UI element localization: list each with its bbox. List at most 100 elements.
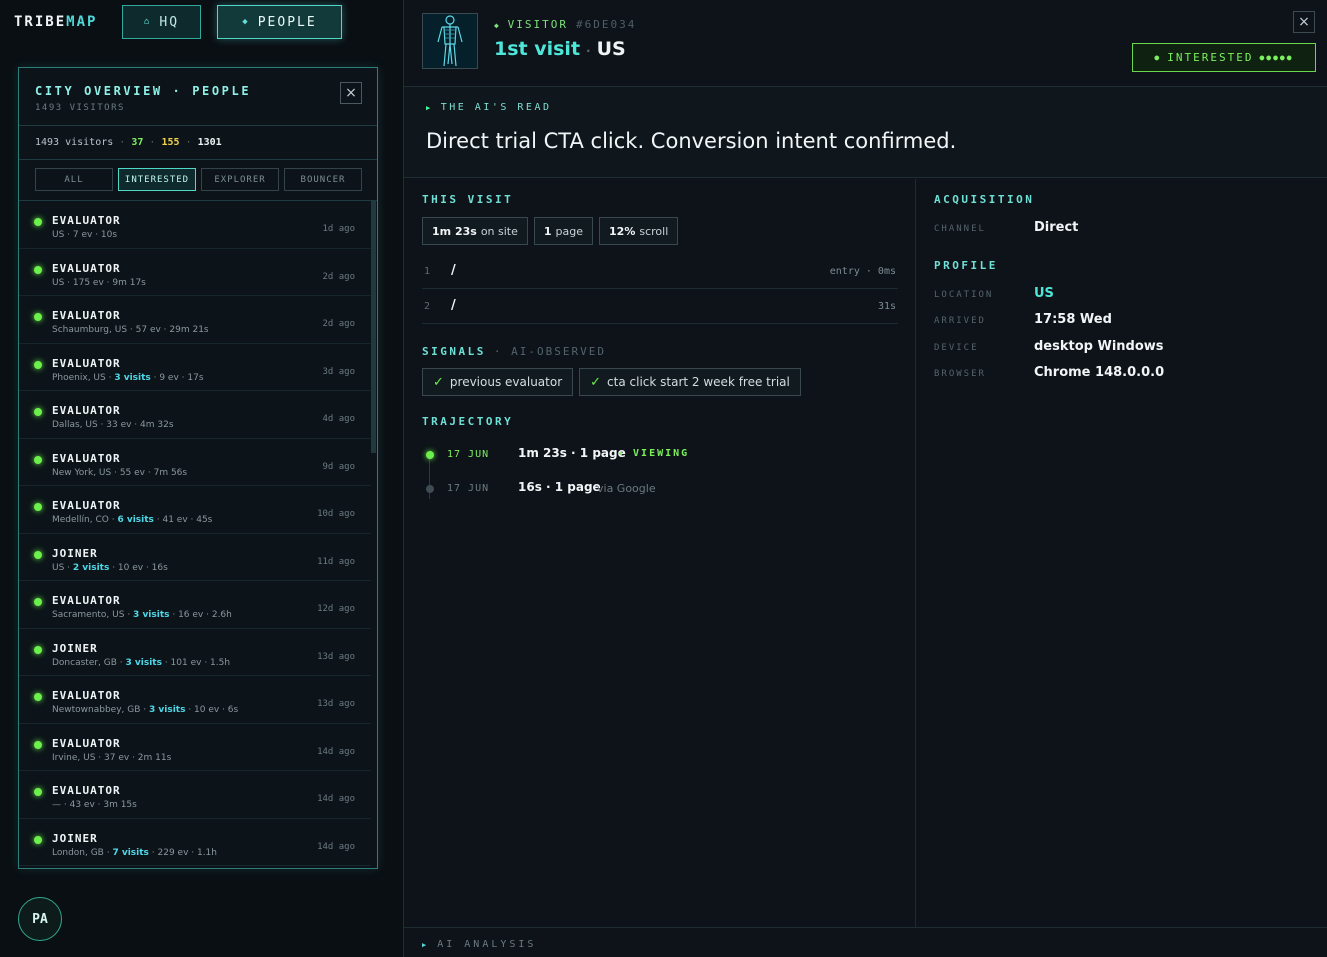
- visitor-location: New York, US ·: [52, 467, 120, 478]
- filter-bouncer[interactable]: BOUNCER: [284, 168, 362, 191]
- arrived-row: ARRIVED 17:58 Wed: [934, 311, 1314, 331]
- left-sidebar: TRIBEMAP ⌂ HQ ◆ PEOPLE CITY OVERVIEW · PEO…: [0, 0, 403, 957]
- visitor-type: EVALUATOR: [52, 784, 121, 797]
- visitor-time-ago: 9d ago: [322, 461, 355, 472]
- visitor-row[interactable]: EVALUATOR Phoenix, US · 3 visits · 9 ev ·…: [19, 344, 371, 391]
- visitor-time-ago: 14d ago: [317, 746, 355, 757]
- visit-column: THIS VISIT 1m 23s on site 1 page 12% scroll…: [404, 179, 916, 927]
- nav-hq-button[interactable]: ⌂ HQ: [122, 5, 201, 39]
- status-badge: ● INTERESTED ●●●●●: [1132, 43, 1316, 72]
- status-dot: [34, 788, 42, 796]
- list-scrollbar[interactable]: [371, 201, 376, 453]
- visitor-events: · 41 ev · 45s: [153, 515, 213, 525]
- stats-bouncer-count: 1301: [197, 137, 222, 148]
- panel-close-button[interactable]: ×: [340, 82, 362, 104]
- visitor-location: Medellín, CO ·: [52, 515, 118, 525]
- visitor-list: EVALUATOR US · 7 ev · 10s 1d ago EVALUATOR U…: [19, 201, 371, 869]
- trajectory-item[interactable]: 17 JUN 16s · 1 page via Google: [422, 479, 902, 499]
- visitor-label: ◆ VISITOR #6DE034: [494, 18, 637, 31]
- ai-analysis-toggle[interactable]: ▶ AI ANALYSIS: [404, 927, 1327, 957]
- filter-tabs: ALL INTERESTED EXPLORER BOUNCER: [35, 168, 362, 191]
- visitor-row[interactable]: EVALUATOR Irvine, US · 37 ev · 2m 11s 14d …: [19, 724, 371, 771]
- visitor-type: EVALUATOR: [52, 451, 121, 465]
- status-dot: [34, 503, 42, 511]
- visitor-visits: 3 visits: [114, 372, 151, 383]
- visitor-time-ago: 13d ago: [317, 651, 355, 662]
- acquisition-heading: ACQUISITION: [934, 193, 1035, 206]
- page-index: 1: [424, 266, 431, 277]
- city-overview-panel: CITY OVERVIEW · PEOPLE 1493 VISITORS × 1…: [18, 67, 378, 869]
- status-dot: [34, 693, 42, 701]
- visitor-row[interactable]: EVALUATOR Schaumburg, US · 57 ev · 29m 21…: [19, 296, 371, 344]
- visitor-row[interactable]: EVALUATOR Medellín, CO · 6 visits · 41 ev…: [19, 486, 371, 534]
- ai-read-label: ▶ THE AI'S READ: [426, 102, 552, 113]
- profile-heading: PROFILE: [934, 259, 998, 272]
- channel-row: CHANNEL Direct: [934, 219, 1314, 239]
- filter-all[interactable]: ALL: [35, 168, 113, 191]
- check-icon: ✓: [433, 374, 444, 390]
- visitor-meta: Schaumburg, US · 57 ev · 29m 21s: [52, 325, 209, 335]
- chip-time-label: on site: [480, 224, 518, 238]
- chip-pages-label: page: [555, 224, 584, 238]
- stats-interested-count: 37: [131, 137, 144, 148]
- visitor-visits: 3 visits: [133, 610, 170, 620]
- visitor-row[interactable]: JOINER Doncaster, GB · 3 visits · 101 ev …: [19, 629, 371, 676]
- trajectory-info: 1m 23s · 1 page: [518, 446, 626, 460]
- visitor-row[interactable]: JOINER London, GB · 7 visits · 229 ev · 1…: [19, 819, 371, 866]
- visitor-type: EVALUATOR: [52, 356, 121, 370]
- page-row[interactable]: 1 / entry · 0ms: [422, 254, 898, 289]
- caret-right-icon: ▶: [422, 941, 430, 949]
- visitor-meta: New York, US · 55 ev · 7m 56s: [52, 468, 187, 478]
- visitor-meta: US · 2 visits · 10 ev · 16s: [52, 563, 168, 573]
- page-time: 31s: [877, 301, 896, 312]
- visitor-row[interactable]: EVALUATOR New York, US · 55 ev · 7m 56s 9d…: [19, 439, 371, 486]
- page-time: entry · 0ms: [829, 266, 896, 277]
- visitor-time-ago: 2d ago: [322, 319, 355, 329]
- trajectory-item[interactable]: 17 JUN 1m 23s · 1 page ◂ VIEWING: [422, 445, 902, 465]
- visitor-row[interactable]: EVALUATOR Newtownabbey, GB · 3 visits · 1…: [19, 676, 371, 724]
- filter-interested[interactable]: INTERESTED: [118, 168, 196, 191]
- visitor-meta: Medellín, CO · 6 visits · 41 ev · 45s: [52, 515, 212, 525]
- logo-text-a: TRIBE: [14, 14, 67, 30]
- visitor-figure-icon: [422, 13, 478, 69]
- visitor-time-ago: 14d ago: [317, 841, 355, 852]
- trajectory-dot: [426, 451, 434, 459]
- device-row: DEVICE desktop Windows: [934, 338, 1314, 358]
- stats-explorer-count: 155: [161, 137, 180, 148]
- visitor-type: EVALUATOR: [52, 689, 121, 702]
- logo-text-b: MAP: [66, 14, 98, 30]
- check-icon: ✓: [590, 374, 602, 390]
- visitor-location: Schaumburg, US ·: [52, 325, 136, 335]
- status-dot: [34, 313, 42, 321]
- signals-heading: SIGNALS · AI-OBSERVED: [422, 345, 606, 358]
- visitor-visits: 2 visits: [72, 562, 110, 573]
- visitor-time-ago: 12d ago: [317, 604, 355, 614]
- status-pips: ●●●●●: [1259, 53, 1294, 62]
- app-logo[interactable]: TRIBEMAP: [14, 14, 97, 30]
- status-dot: [34, 645, 42, 654]
- status-dot: [34, 835, 42, 844]
- browser-value: Chrome 148.0.0.0: [1034, 365, 1165, 380]
- visitor-meta: US · 175 ev · 9m 17s: [52, 278, 146, 288]
- visitor-location: Doncaster, GB ·: [52, 657, 126, 668]
- visitor-row[interactable]: EVALUATOR Dallas, US · 33 ev · 4m 32s 4d a…: [19, 391, 371, 439]
- nav-people-button[interactable]: ◆ PEOPLE: [217, 5, 342, 39]
- filter-explorer[interactable]: EXPLORER: [201, 168, 279, 191]
- visitor-row[interactable]: EVALUATOR US · 7 ev · 10s 1d ago: [19, 201, 371, 249]
- visitor-events: 43 ev · 3m 15s: [69, 800, 137, 810]
- arrived-key: ARRIVED: [934, 316, 986, 326]
- profile-column: ACQUISITION CHANNEL Direct PROFILE LOCATI…: [917, 179, 1327, 927]
- visitor-meta: Phoenix, US · 3 visits · 9 ev · 17s: [52, 373, 204, 383]
- visitor-row[interactable]: JOINER US · 2 visits · 10 ev · 16s 11d ago: [19, 534, 371, 581]
- visitor-events: · 16 ev · 2.6h: [169, 610, 232, 620]
- visitor-title: 1st visit · US: [494, 38, 626, 60]
- device-value: desktop Windows: [1034, 339, 1164, 354]
- visitor-row[interactable]: EVALUATOR Sacramento, US · 3 visits · 16 …: [19, 581, 371, 629]
- visitor-row[interactable]: EVALUATOR US · 175 ev · 9m 17s 2d ago: [19, 249, 371, 296]
- channel-key: CHANNEL: [934, 224, 986, 234]
- nav-hq-label: HQ: [159, 14, 180, 30]
- user-avatar[interactable]: PA: [18, 897, 62, 941]
- page-row[interactable]: 2 / 31s: [422, 289, 898, 324]
- detail-close-button[interactable]: ×: [1293, 11, 1315, 33]
- visitor-row[interactable]: EVALUATOR — · 43 ev · 3m 15s 14d ago: [19, 771, 371, 819]
